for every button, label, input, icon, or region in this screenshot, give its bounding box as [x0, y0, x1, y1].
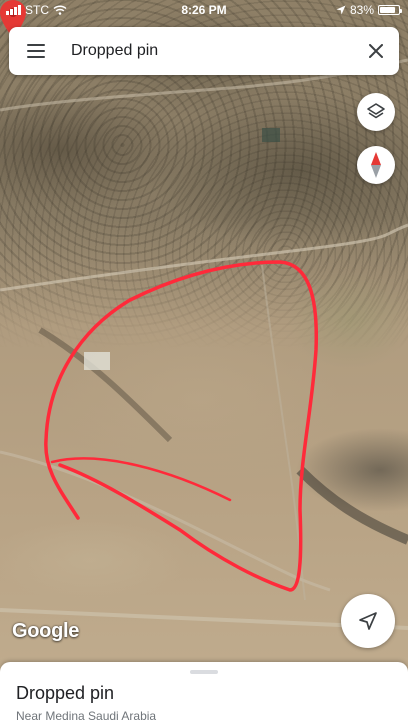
search-input[interactable]: Dropped pin — [63, 42, 353, 60]
battery-level — [380, 7, 395, 13]
battery-percent: 83% — [349, 3, 374, 17]
close-icon — [369, 44, 383, 58]
navigation-arrow-icon — [359, 612, 377, 630]
sheet-drag-handle[interactable] — [190, 670, 218, 674]
search-bar[interactable]: Dropped pin — [9, 27, 399, 75]
battery-icon — [378, 5, 402, 15]
compass-button[interactable] — [357, 146, 395, 184]
place-subtitle: Near Medina Saudi Arabia — [16, 709, 157, 723]
place-bottom-sheet[interactable]: Dropped pin Near Medina Saudi Arabia — [0, 662, 408, 725]
location-services-icon — [336, 5, 346, 15]
compass-icon — [371, 152, 381, 178]
status-bar: STC 8:26 PM 83% — [0, 0, 408, 20]
close-button[interactable] — [353, 27, 399, 75]
layers-button[interactable] — [357, 93, 395, 131]
layers-icon — [367, 103, 385, 119]
status-right: 83% — [336, 3, 402, 17]
google-logo: Google — [12, 620, 80, 642]
hamburger-menu-icon — [27, 44, 45, 58]
menu-button[interactable] — [9, 27, 63, 75]
place-title: Dropped pin — [16, 683, 115, 703]
my-location-button[interactable] — [341, 594, 395, 648]
